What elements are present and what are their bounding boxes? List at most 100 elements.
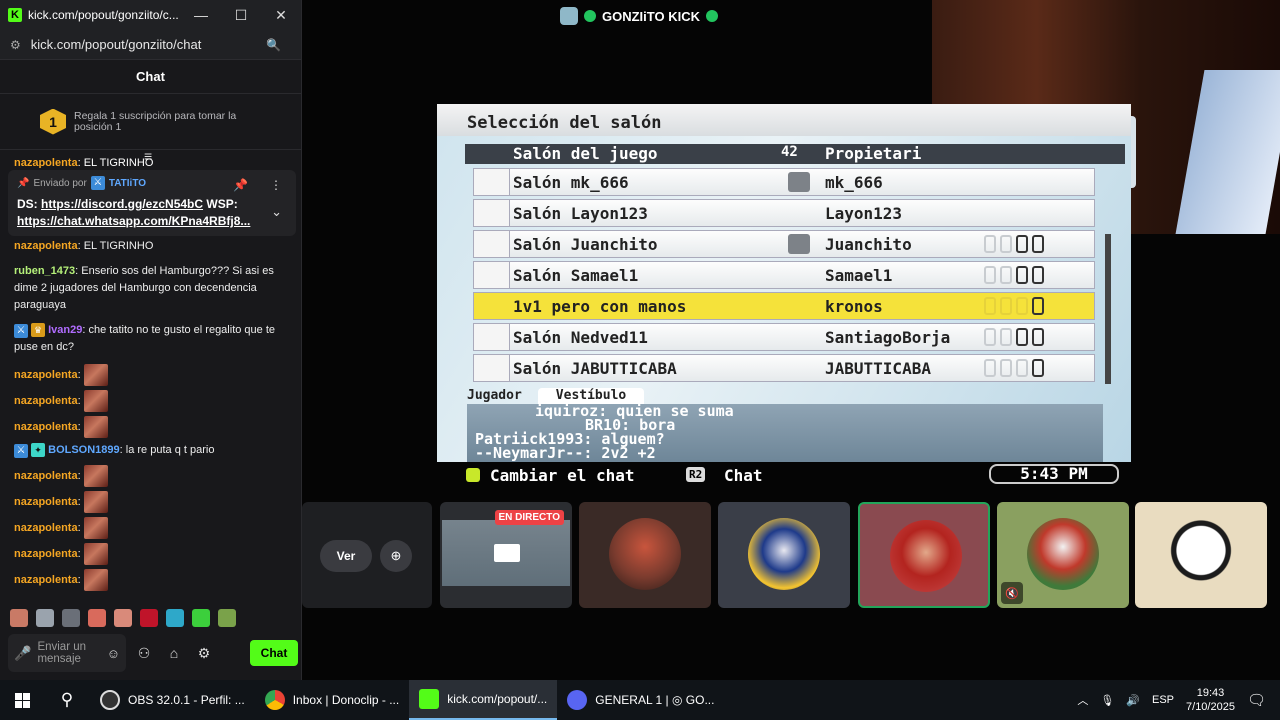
chat-username[interactable]: nazapolenta [14, 468, 78, 485]
chat-username[interactable]: nazapolenta [14, 240, 78, 252]
participant-tile[interactable]: 🔇 [997, 502, 1129, 608]
live-stream-tile[interactable]: EN DIRECTO [440, 502, 572, 608]
room-row-selected[interactable]: 1v1 pero con manos kronos [473, 292, 1095, 320]
partial-message: nazapolenta: EL TIGRINHO [14, 158, 153, 168]
chat-username[interactable]: nazapolenta [14, 546, 78, 563]
avatar [748, 518, 820, 590]
taskbar-item-discord[interactable]: GENERAL 1 | ◎ GO... [557, 680, 724, 720]
footer-chat: Chat [724, 466, 763, 485]
crown-badge-icon: ♛ [31, 323, 46, 337]
whatsapp-link[interactable]: https://chat.whatsapp.com/KPna4RBfj8... [17, 214, 250, 228]
chat-username[interactable]: nazapolenta [14, 367, 78, 384]
taskbar-item-kick[interactable]: kick.com/popout/... [409, 680, 558, 720]
room-list-scrollbar[interactable] [1105, 234, 1111, 384]
emote-icon[interactable] [192, 609, 210, 627]
call-participants: Ver ⊕ EN DIRECTO 🔇 [302, 502, 1280, 608]
more-options-icon[interactable]: ⋮ [270, 178, 282, 192]
stream-title-text: GONZIiTO KICK [602, 8, 700, 24]
avatar [1165, 518, 1237, 590]
emote-icon[interactable] [140, 609, 158, 627]
emote-icon[interactable] [62, 609, 80, 627]
mic-muted-icon: 🔇 [1001, 582, 1023, 604]
site-settings-icon[interactable]: ⚙ [10, 38, 21, 52]
search-icon[interactable]: ⚲ [44, 690, 90, 710]
participant-tile[interactable] [718, 502, 850, 608]
chat-username[interactable]: nazapolenta [14, 494, 78, 511]
url-text: kick.com/popout/gonziito/chat [30, 37, 202, 52]
room-row[interactable]: Salón Layon123 Layon123 [473, 199, 1095, 227]
discord-link[interactable]: https://discord.gg/ezcN54bC [41, 197, 203, 211]
clock-date: 7/10/2025 [1186, 701, 1235, 713]
emote-icon [83, 364, 108, 386]
taskbar-item-chrome[interactable]: Inbox | Donoclip - ... [255, 680, 410, 720]
emote-icon[interactable] [114, 609, 132, 627]
chat-message: ⚔ ✦ BOLSON1899: la re puta q t pario [14, 442, 294, 459]
room-name: Salón Layon123 [513, 204, 648, 223]
chat-input[interactable]: 🎤 Enviar un mensaje ☺ [8, 634, 126, 672]
taskbar-item-obs[interactable]: OBS 32.0.1 - Perfil: ... [90, 680, 255, 720]
expand-chevron-icon[interactable]: ⌄ [271, 204, 282, 220]
room-table-header: Salón del juego 42 Propietari [465, 144, 1125, 164]
stream-title: GONZIiTO KICK [560, 6, 718, 26]
emoji-icon[interactable]: ☺ [107, 646, 120, 661]
room-row[interactable]: Salón Samael1 Samael1 [473, 261, 1095, 289]
chat-username[interactable]: BOLSON1899 [48, 444, 120, 456]
clock[interactable]: 19:43 7/10/2025 [1186, 686, 1235, 714]
zoom-icon[interactable]: ⊕ [380, 540, 412, 572]
participant-tile[interactable] [579, 502, 711, 608]
chat-username[interactable]: nazapolenta [14, 158, 78, 168]
chat-message-emote: nazapolenta: [14, 515, 294, 541]
emote-icon[interactable] [218, 609, 236, 627]
room-owner: JABUTTICABA [825, 359, 931, 378]
emote-icon[interactable] [88, 609, 106, 627]
maximize-button[interactable]: ☐ [221, 7, 261, 24]
room-row[interactable]: Salón Nedved11 SantiagoBorja [473, 323, 1095, 351]
live-dot-icon [705, 10, 718, 22]
chat-username[interactable]: nazapolenta [14, 419, 78, 436]
emote-icon[interactable] [36, 609, 54, 627]
emote-icon[interactable] [166, 609, 184, 627]
emote-icon [83, 543, 108, 565]
start-button[interactable] [0, 680, 44, 720]
pinned-username[interactable]: TATIiTO [109, 178, 146, 189]
player-slots [984, 328, 1044, 346]
game-chat-line: --NeymarJr--: 2v2 +2 [475, 444, 656, 462]
watch-button[interactable]: Ver [320, 540, 372, 572]
gift-subscription-banner[interactable]: 1 Regala 1 suscripción para tomar la pos… [0, 94, 301, 150]
unpin-icon[interactable]: 📌 [233, 178, 248, 192]
settings-icon[interactable]: ⚙ [192, 645, 216, 662]
room-row[interactable]: Salón Juanchito Juanchito [473, 230, 1095, 258]
chat-username[interactable]: nazapolenta [14, 572, 78, 589]
chat-message-emote: nazapolenta: [14, 541, 294, 567]
address-bar[interactable]: ⚙ kick.com/popout/gonziito/chat 🔍 [0, 30, 301, 60]
room-name: Salón JABUTTICABA [513, 359, 677, 378]
close-button[interactable]: ✕ [261, 7, 301, 24]
emote-icon[interactable] [10, 609, 28, 627]
tab-player[interactable]: Jugador [467, 388, 522, 404]
microphone-icon[interactable]: 🎙 [1100, 694, 1114, 707]
obs-icon [100, 690, 120, 710]
room-count: 42 [781, 144, 798, 160]
volume-icon[interactable]: 🔊 [1126, 694, 1140, 707]
mic-icon[interactable]: 🎤 [14, 645, 31, 662]
room-checkbox [474, 262, 510, 288]
chat-username[interactable]: nazapolenta [14, 393, 78, 410]
chevron-up-icon[interactable]: ︿ [1077, 692, 1088, 708]
room-row[interactable]: Salón JABUTTICABA JABUTTICABA [473, 354, 1095, 382]
language-indicator[interactable]: ESP [1152, 694, 1174, 706]
room-row[interactable]: Salón mk_666 mk_666 [473, 168, 1095, 196]
chat-username[interactable]: ruben_1473 [14, 265, 75, 277]
notifications-icon[interactable]: 🗨 [1247, 691, 1266, 709]
participant-tile[interactable] [1135, 502, 1267, 608]
send-chat-button[interactable]: Chat [250, 640, 298, 666]
minimize-button[interactable]: — [181, 7, 221, 23]
chat-username[interactable]: Ivan29 [48, 324, 82, 336]
chat-message: ⚔ ♛ Ivan29: che tatito no te gusto el re… [14, 322, 294, 356]
chat-username[interactable]: nazapolenta [14, 520, 78, 537]
store-icon[interactable]: ⌂ [162, 645, 186, 661]
search-icon[interactable]: 🔍 [266, 38, 281, 52]
users-icon[interactable]: ⚇ [132, 645, 156, 662]
emote-icon [83, 416, 108, 438]
participant-tile-speaking[interactable] [858, 502, 990, 608]
clock-time: 19:43 [1196, 687, 1225, 699]
